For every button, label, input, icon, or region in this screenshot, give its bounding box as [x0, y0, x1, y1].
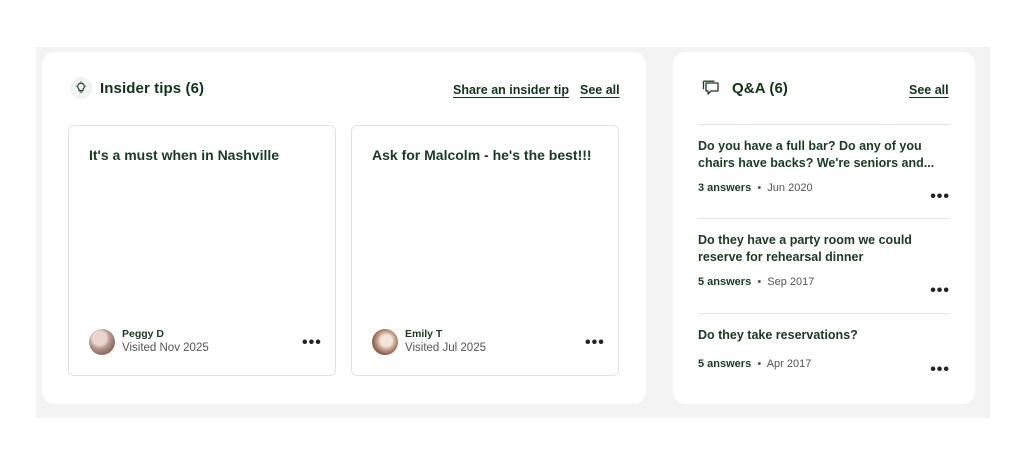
insider-tips-panel: Insider tips (6) Share an insider tip Se… — [42, 52, 646, 404]
question-item[interactable]: Do you have a full bar? Do any of you ch… — [698, 138, 950, 205]
avatar[interactable] — [372, 328, 398, 355]
more-options-icon[interactable]: ••• — [930, 283, 950, 299]
answer-count: 5 answers — [698, 276, 752, 288]
more-options-icon[interactable]: ••• — [930, 362, 950, 378]
qa-see-all-link[interactable]: See all — [909, 83, 949, 97]
more-options-icon[interactable]: ••• — [930, 189, 950, 205]
question-text[interactable]: Do they have a party room we could reser… — [698, 232, 950, 266]
meta-separator: • — [754, 276, 768, 288]
divider — [698, 313, 949, 314]
question-text[interactable]: Do you have a full bar? Do any of you ch… — [698, 138, 950, 172]
question-date: Jun 2020 — [767, 182, 813, 194]
author-name[interactable]: Peggy D — [122, 327, 209, 341]
author-name[interactable]: Emily T — [405, 327, 486, 341]
qa-title: Q&A (6) — [732, 79, 788, 97]
question-text[interactable]: Do they take reservations? — [698, 327, 950, 344]
divider — [698, 218, 949, 219]
question-date: Sep 2017 — [767, 276, 815, 288]
insider-tips-see-all-link[interactable]: See all — [580, 83, 620, 97]
share-insider-tip-link[interactable]: Share an insider tip — [453, 83, 569, 97]
tip-card[interactable]: Ask for Malcolm - he's the best!!! Emily… — [351, 125, 619, 376]
visit-date: Visited Jul 2025 — [405, 342, 486, 354]
answer-count: 5 answers — [698, 358, 752, 370]
qa-header: Q&A (6) — [700, 77, 788, 99]
insider-tips-header: Insider tips (6) — [70, 77, 204, 99]
meta-separator: • — [754, 182, 768, 194]
tip-author: Emily T Visited Jul 2025 — [372, 327, 486, 356]
lightbulb-icon — [70, 77, 92, 99]
question-meta: 5 answers • Apr 2017 — [698, 358, 950, 370]
more-options-icon[interactable]: ••• — [585, 335, 605, 351]
meta-separator: • — [754, 358, 767, 370]
qa-panel: Q&A (6) See all Do you have a full bar? … — [673, 52, 975, 404]
more-options-icon[interactable]: ••• — [302, 335, 322, 351]
divider — [698, 124, 949, 125]
tip-text: Ask for Malcolm - he's the best!!! — [372, 147, 592, 163]
tip-text: It's a must when in Nashville — [89, 147, 280, 163]
insider-tips-title: Insider tips (6) — [100, 79, 205, 97]
visit-date: Visited Nov 2025 — [122, 342, 209, 354]
answer-count: 3 answers — [698, 182, 752, 194]
chat-bubbles-icon — [700, 77, 722, 99]
tip-card[interactable]: It's a must when in Nashville Peggy D Vi… — [68, 125, 336, 376]
avatar[interactable] — [89, 328, 115, 355]
question-item[interactable]: Do they take reservations? 5 answers • A… — [698, 327, 950, 378]
tip-author: Peggy D Visited Nov 2025 — [89, 327, 209, 356]
question-date: Apr 2017 — [766, 358, 812, 370]
question-meta: 3 answers • Jun 2020 — [698, 182, 950, 194]
question-meta: 5 answers • Sep 2017 — [698, 276, 950, 288]
question-item[interactable]: Do they have a party room we could reser… — [698, 232, 950, 299]
